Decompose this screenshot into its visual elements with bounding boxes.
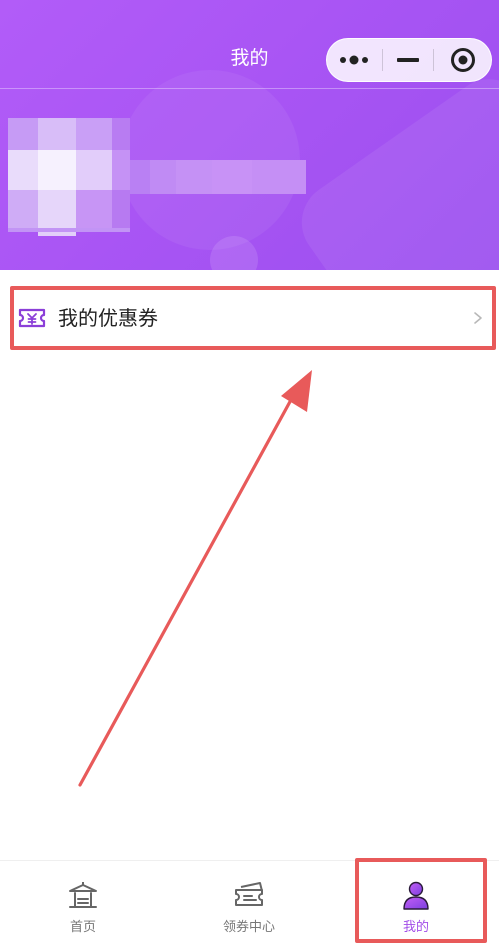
profile-header: 我的 xyxy=(0,0,499,270)
tab-label: 首页 xyxy=(69,920,96,935)
chevron-right-icon xyxy=(474,312,482,324)
tab-label: 领券中心 xyxy=(222,920,275,935)
coupon-ticket-icon xyxy=(18,308,46,328)
header-decoration xyxy=(210,236,258,270)
bottom-tab-bar: 首页 领券中心 我的 xyxy=(0,860,499,943)
coupon-center-icon xyxy=(235,882,263,906)
minimize-icon[interactable] xyxy=(383,38,434,82)
user-name-placeholder xyxy=(130,160,306,194)
header-decoration xyxy=(286,63,499,270)
tab-label: 我的 xyxy=(402,920,429,935)
tab-home[interactable]: 首页 xyxy=(0,861,166,943)
target-close-icon[interactable] xyxy=(434,38,491,82)
more-dots-icon[interactable] xyxy=(327,38,382,82)
header-divider xyxy=(0,88,499,89)
home-pavilion-icon xyxy=(69,882,97,908)
my-coupons-item[interactable]: 我的优惠券 xyxy=(10,286,496,350)
tab-mine[interactable]: 我的 xyxy=(333,861,499,943)
mini-program-capsule xyxy=(326,38,492,82)
user-profile-icon xyxy=(403,881,429,910)
my-coupons-label: 我的优惠券 xyxy=(58,306,158,330)
tab-coupon-center[interactable]: 领券中心 xyxy=(166,861,332,943)
avatar[interactable] xyxy=(8,118,130,238)
